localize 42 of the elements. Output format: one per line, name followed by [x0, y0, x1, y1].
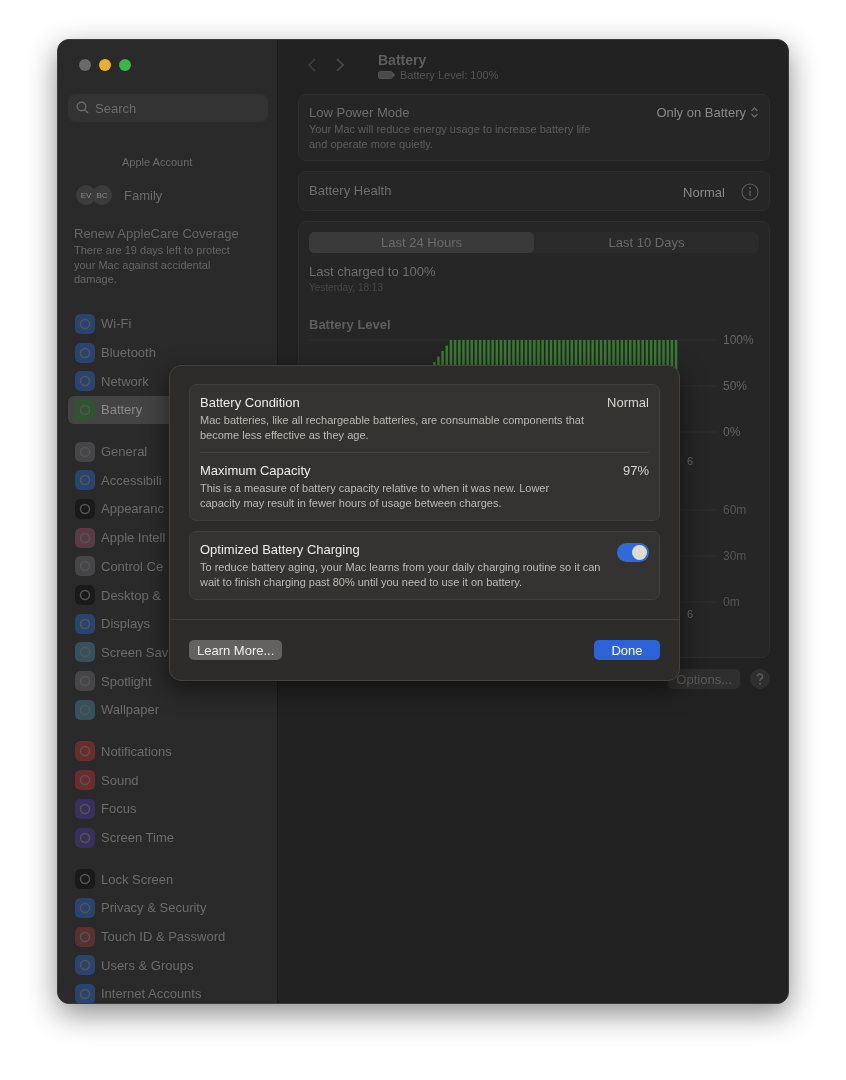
- sidebar-label: Wallpaper: [101, 702, 160, 718]
- sidebar-label: Appearanc: [101, 501, 164, 517]
- axis-label: 0%: [723, 425, 741, 439]
- avatar: BC: [92, 185, 112, 205]
- sidebar-label: Screen Sav: [101, 644, 169, 660]
- sidebar-label: Battery: [101, 402, 143, 418]
- sidebar-label: Users & Groups: [101, 957, 194, 973]
- sidebar-label: General: [101, 444, 148, 460]
- sidebar-label: Internet Accounts: [101, 986, 202, 1002]
- sidebar-label: Lock Screen: [101, 871, 174, 887]
- setting-title: Battery Health: [309, 183, 392, 198]
- sidebar-label: Notifications: [101, 743, 172, 759]
- sidebar-label: Spotlight: [101, 673, 152, 689]
- sidebar-label: Control Ce: [101, 558, 164, 574]
- sidebar-label: Apple Intell: [101, 530, 166, 546]
- axis-label: 50%: [723, 379, 748, 393]
- sidebar-label: Bluetooth: [101, 345, 156, 361]
- sidebar-label: Network: [101, 373, 149, 389]
- sidebar-label: Screen Time: [101, 830, 174, 846]
- sidebar-label: Desktop &: [101, 587, 161, 603]
- sidebar-label: Accessibili: [101, 472, 162, 488]
- sidebar-label: Displays: [101, 616, 151, 632]
- row-title: Optimized Battery Charging: [200, 542, 361, 557]
- row-value: Normal: [607, 395, 649, 412]
- sidebar-label: Focus: [101, 801, 137, 817]
- health-value: Normal: [683, 184, 725, 200]
- row-description: Mac batteries, like all rechargeable batteries, are consumable components that become less effective as they age.: [200, 413, 585, 442]
- row-title: Maximum Capacity: [200, 463, 312, 478]
- row-description: To reduce battery aging, your Mac learns from your daily charging routine so it can wait to finish charging past 80% until you need to use it on battery.: [200, 560, 602, 589]
- chart-title: Battery Level: [309, 317, 392, 332]
- row-description: This is a measure of battery capacity relative to when it was new. Lower capacity may result in fewer hours of usage between charges.: [200, 481, 551, 510]
- page-title: Battery: [378, 52, 428, 68]
- sidebar-label: Sound: [101, 772, 139, 788]
- row-value: 97%: [622, 463, 649, 480]
- last-charged-text: Last charged to 100%: [309, 264, 437, 279]
- row-title: Battery Condition: [200, 395, 301, 410]
- axis-label: 100%: [723, 334, 754, 347]
- sidebar-label: Wi-Fi: [101, 316, 132, 332]
- avatar: EV: [76, 185, 96, 205]
- sidebar-label: Touch ID & Password: [101, 929, 226, 945]
- sidebar-label: Privacy & Security: [101, 900, 207, 916]
- setting-title: Low Power Mode: [309, 105, 411, 120]
